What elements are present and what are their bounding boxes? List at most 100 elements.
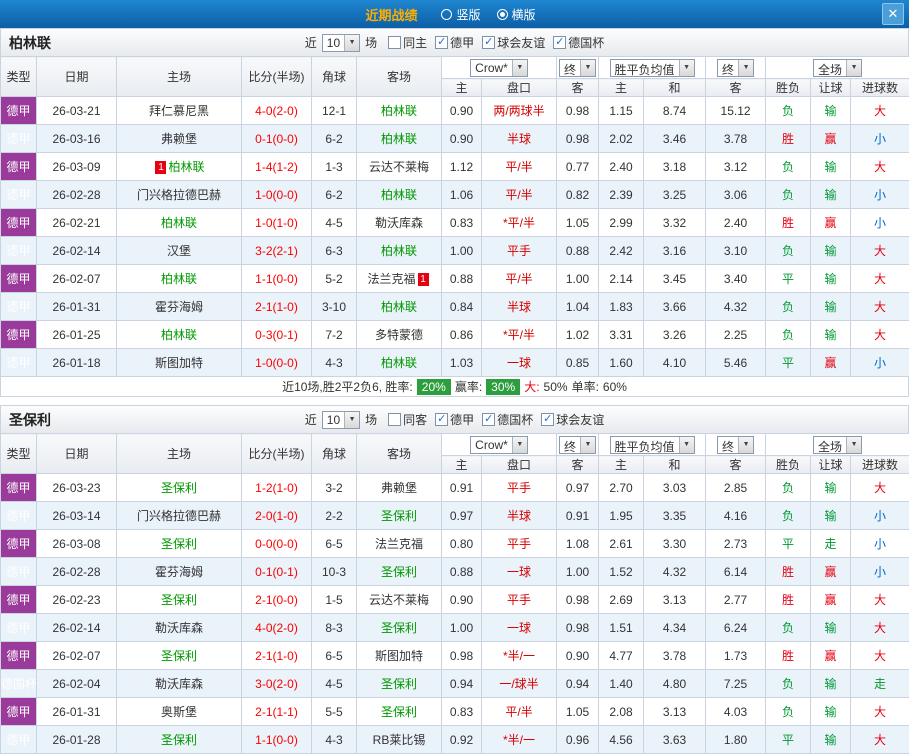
filter-checkbox[interactable]: 同主: [388, 34, 427, 51]
odds-avg-select[interactable]: 胜平负均值 ▼: [609, 58, 695, 77]
away-team-cell[interactable]: 圣保利: [356, 697, 442, 726]
home-team-cell[interactable]: 弗赖堡: [116, 124, 242, 153]
away-team-link[interactable]: 圣保利: [381, 509, 417, 523]
away-team-cell[interactable]: 法兰克福 1: [356, 264, 442, 293]
score-cell[interactable]: 0-0(0-0): [241, 529, 312, 558]
score-cell[interactable]: 2-0(1-0): [241, 501, 312, 530]
away-team-cell[interactable]: 柏林联: [356, 180, 442, 209]
score-link[interactable]: 2-1(1-1): [255, 705, 298, 719]
final-odds-select-2[interactable]: 终 ▼: [717, 58, 755, 77]
score-cell[interactable]: 2-1(0-0): [241, 585, 312, 614]
company-select[interactable]: Crow* ▼: [470, 58, 528, 77]
company-select[interactable]: Crow* ▼: [470, 435, 528, 454]
home-team-cell[interactable]: 斯图加特: [116, 348, 242, 377]
home-team-link[interactable]: 斯图加特: [155, 356, 203, 370]
away-team-cell[interactable]: 圣保利: [356, 557, 442, 586]
away-team-cell[interactable]: 弗赖堡: [356, 473, 442, 502]
home-team-cell[interactable]: 圣保利: [116, 529, 242, 558]
away-team-cell[interactable]: 柏林联: [356, 124, 442, 153]
away-team-cell[interactable]: 圣保利: [356, 613, 442, 642]
final-odds-select-1[interactable]: 终 ▼: [559, 58, 597, 77]
filter-checkbox[interactable]: ✓ 德甲: [435, 34, 474, 51]
home-team-cell[interactable]: 门兴格拉德巴赫: [116, 501, 242, 530]
score-cell[interactable]: 4-0(2-0): [241, 613, 312, 642]
home-team-link[interactable]: 拜仁慕尼黑: [149, 104, 209, 118]
away-team-cell[interactable]: 勒沃库森: [356, 208, 442, 237]
home-team-link[interactable]: 奥斯堡: [161, 705, 197, 719]
away-team-link[interactable]: 云达不莱梅: [369, 593, 429, 607]
score-cell[interactable]: 1-0(0-0): [241, 180, 312, 209]
home-team-cell[interactable]: 霍芬海姆: [116, 557, 242, 586]
layout-radio-vertical[interactable]: 竖版: [441, 6, 481, 23]
away-team-cell[interactable]: 柏林联: [356, 236, 442, 265]
score-link[interactable]: 3-2(2-1): [255, 244, 298, 258]
score-cell[interactable]: 1-1(0-0): [241, 264, 312, 293]
odds-avg-select[interactable]: 胜平负均值 ▼: [609, 435, 695, 454]
score-link[interactable]: 2-1(1-0): [255, 300, 298, 314]
away-team-link[interactable]: 云达不莱梅: [369, 160, 429, 174]
away-team-link[interactable]: 圣保利: [381, 621, 417, 635]
filter-checkbox[interactable]: ✓ 球会友谊: [541, 411, 604, 428]
filter-checkbox[interactable]: ✓ 德甲: [435, 411, 474, 428]
home-team-cell[interactable]: 柏林联: [116, 320, 242, 349]
home-team-cell[interactable]: 拜仁慕尼黑: [116, 96, 242, 125]
away-team-link[interactable]: 柏林联: [381, 300, 417, 314]
home-team-link[interactable]: 汉堡: [167, 244, 191, 258]
final-odds-select-1[interactable]: 终 ▼: [559, 435, 597, 454]
away-team-cell[interactable]: 圣保利: [356, 669, 442, 698]
final-odds-select-2[interactable]: 终 ▼: [717, 435, 755, 454]
away-team-link[interactable]: 勒沃库森: [375, 216, 423, 230]
score-link[interactable]: 1-4(1-2): [255, 160, 298, 174]
score-cell[interactable]: 1-2(1-0): [241, 473, 312, 502]
home-team-cell[interactable]: 柏林联: [116, 208, 242, 237]
score-link[interactable]: 4-0(2-0): [255, 104, 298, 118]
score-link[interactable]: 4-0(2-0): [255, 621, 298, 635]
score-link[interactable]: 0-3(0-1): [255, 328, 298, 342]
score-link[interactable]: 1-0(0-0): [255, 356, 298, 370]
away-team-link[interactable]: 斯图加特: [375, 649, 423, 663]
score-link[interactable]: 1-1(0-0): [255, 272, 298, 286]
away-team-link[interactable]: 弗赖堡: [381, 481, 417, 495]
home-team-link[interactable]: 门兴格拉德巴赫: [137, 509, 221, 523]
away-team-cell[interactable]: 多特蒙德: [356, 320, 442, 349]
home-team-link[interactable]: 柏林联: [161, 328, 197, 342]
away-team-link[interactable]: 圣保利: [381, 565, 417, 579]
home-team-link[interactable]: 勒沃库森: [155, 621, 203, 635]
scope-select[interactable]: 全场 ▼: [813, 58, 863, 77]
home-team-cell[interactable]: 门兴格拉德巴赫: [116, 180, 242, 209]
score-cell[interactable]: 3-2(2-1): [241, 236, 312, 265]
away-team-link[interactable]: 柏林联: [381, 188, 417, 202]
filter-checkbox[interactable]: ✓ 德国杯: [482, 411, 533, 428]
scope-select[interactable]: 全场 ▼: [813, 435, 863, 454]
home-team-link[interactable]: 圣保利: [161, 537, 197, 551]
score-link[interactable]: 2-1(0-0): [255, 593, 298, 607]
score-cell[interactable]: 0-1(0-1): [241, 557, 312, 586]
home-team-link[interactable]: 柏林联: [161, 272, 197, 286]
filter-checkbox[interactable]: ✓ 德国杯: [553, 34, 604, 51]
home-team-cell[interactable]: 勒沃库森: [116, 669, 242, 698]
score-cell[interactable]: 2-1(1-0): [241, 641, 312, 670]
home-team-link[interactable]: 圣保利: [161, 481, 197, 495]
away-team-cell[interactable]: 柏林联: [356, 96, 442, 125]
home-team-cell[interactable]: 1 柏林联: [116, 152, 242, 181]
away-team-link[interactable]: 柏林联: [381, 356, 417, 370]
home-team-link[interactable]: 柏林联: [161, 216, 197, 230]
score-link[interactable]: 3-0(2-0): [255, 677, 298, 691]
away-team-cell[interactable]: 法兰克福: [356, 529, 442, 558]
close-button[interactable]: ✕: [882, 3, 904, 25]
home-team-link[interactable]: 柏林联: [168, 160, 204, 174]
score-link[interactable]: 1-1(0-0): [255, 733, 298, 747]
home-team-link[interactable]: 圣保利: [161, 593, 197, 607]
score-cell[interactable]: 2-1(1-0): [241, 292, 312, 321]
score-link[interactable]: 0-1(0-0): [255, 132, 298, 146]
score-cell[interactable]: 1-1(0-0): [241, 725, 312, 754]
home-team-cell[interactable]: 汉堡: [116, 236, 242, 265]
score-link[interactable]: 1-2(1-0): [255, 481, 298, 495]
home-team-cell[interactable]: 圣保利: [116, 473, 242, 502]
recent-count-select[interactable]: 10 ▼: [321, 410, 361, 429]
home-team-link[interactable]: 圣保利: [161, 733, 197, 747]
away-team-cell[interactable]: 云达不莱梅: [356, 152, 442, 181]
score-cell[interactable]: 3-0(2-0): [241, 669, 312, 698]
score-cell[interactable]: 4-0(2-0): [241, 96, 312, 125]
away-team-link[interactable]: 圣保利: [381, 677, 417, 691]
